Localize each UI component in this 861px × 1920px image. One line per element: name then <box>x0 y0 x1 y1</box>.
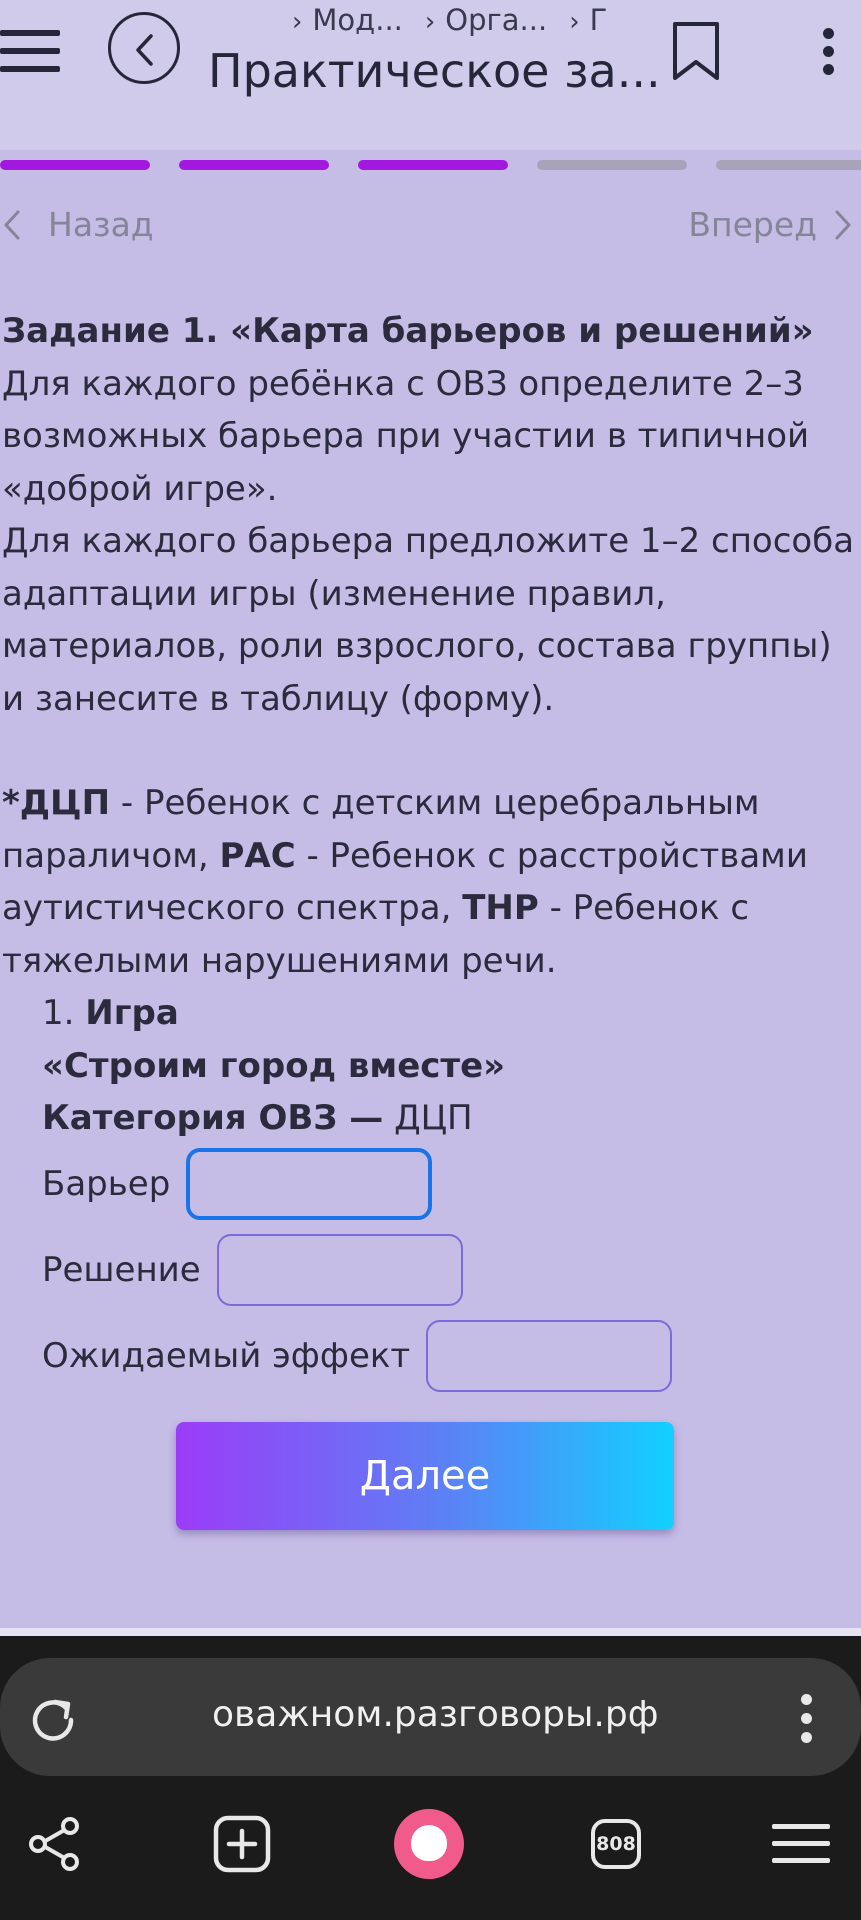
abbreviation-legend: *ДЦП - Ребенок с детским церебральным па… <box>2 783 808 981</box>
browser-chrome: оважном.разговоры.рф 808 <box>0 1636 861 1920</box>
breadcrumb: › Мод... › Орга... › Г <box>292 0 607 40</box>
back-button[interactable] <box>108 12 180 84</box>
solution-label: Решение <box>42 1250 201 1290</box>
url-more-icon[interactable] <box>800 1694 814 1744</box>
barrier-input[interactable] <box>186 1148 433 1220</box>
bookmark-icon[interactable] <box>670 20 722 84</box>
menu-icon[interactable] <box>772 1804 830 1884</box>
tabs-count: 808 <box>591 1819 641 1869</box>
task-paragraph: Для каждого ребёнка с ОВЗ определите 2–3… <box>2 363 810 509</box>
forward-link[interactable]: Вперед <box>688 205 853 244</box>
chevron-left-icon <box>4 210 20 239</box>
solution-row: Решение <box>42 1234 463 1306</box>
new-tab-icon[interactable] <box>202 1804 282 1884</box>
solution-input[interactable] <box>216 1234 463 1306</box>
tabs-icon[interactable]: 808 <box>576 1804 656 1884</box>
game-title-line: 1. Игра <box>42 993 179 1033</box>
progress-step <box>716 160 861 170</box>
effect-row: Ожидаемый эффект <box>42 1320 673 1392</box>
hamburger-icon[interactable] <box>0 28 62 74</box>
url-text[interactable]: оважном.разговоры.рф <box>212 1694 658 1735</box>
reload-icon[interactable] <box>28 1694 78 1744</box>
next-button[interactable]: Далее <box>176 1422 674 1530</box>
address-bar[interactable]: оважном.разговоры.рф <box>0 1658 861 1776</box>
browser-toolbar: 808 <box>0 1804 861 1914</box>
breadcrumb-item[interactable]: › Орга... <box>425 3 547 37</box>
forward-link-label: Вперед <box>688 205 817 244</box>
progress-step <box>0 160 150 170</box>
chevron-left-icon <box>136 34 153 66</box>
breadcrumb-item[interactable]: › Мод... <box>292 3 403 37</box>
divider <box>0 1628 861 1636</box>
step-progress <box>0 160 861 172</box>
breadcrumb-item[interactable]: › Г <box>569 3 607 37</box>
app-header: › Мод... › Орга... › Г Практическое за... <box>0 0 861 150</box>
chevron-right-icon <box>835 210 851 239</box>
share-icon[interactable] <box>14 1804 94 1884</box>
alice-assistant-icon[interactable] <box>389 1804 469 1884</box>
task-paragraph: Для каждого барьера предложите 1–2 спосо… <box>2 521 855 719</box>
task-content: Задание 1. «Карта барьеров и решений» Дл… <box>2 305 858 1145</box>
game-name: «Строим город вместе» <box>42 1045 506 1086</box>
expected-effect-input[interactable] <box>426 1320 673 1392</box>
barrier-label: Барьер <box>42 1164 171 1204</box>
back-link-label: Назад <box>48 205 154 244</box>
category-line: Категория ОВЗ — ДЦП <box>42 1098 473 1138</box>
barrier-row: Барьер <box>42 1148 433 1220</box>
progress-step <box>179 160 329 170</box>
more-options-icon[interactable] <box>820 28 838 76</box>
back-link[interactable]: Назад <box>2 205 154 244</box>
lesson-navigation: Назад Вперед <box>0 205 861 255</box>
page-title: Практическое за... <box>208 44 661 98</box>
expected-effect-label: Ожидаемый эффект <box>42 1336 411 1376</box>
progress-step <box>358 160 508 170</box>
progress-step <box>537 160 687 170</box>
task-heading: Задание 1. «Карта барьеров и решений» <box>2 311 814 351</box>
